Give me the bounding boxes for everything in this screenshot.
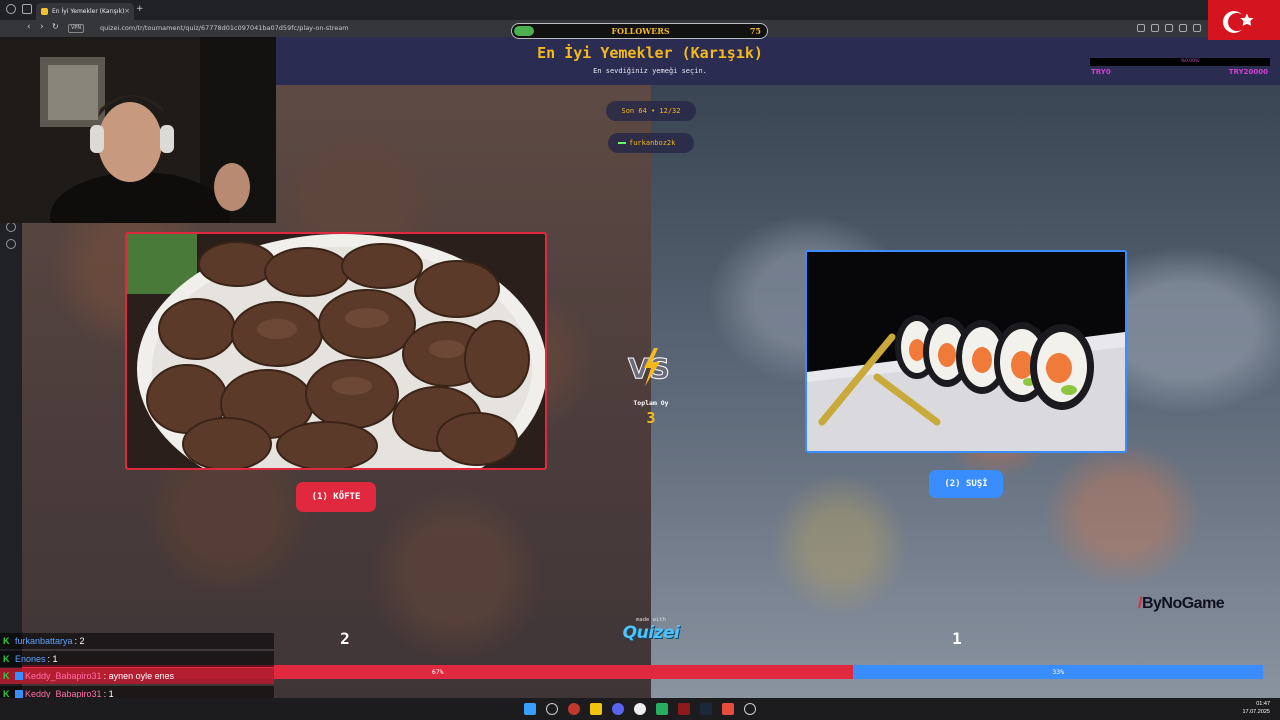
bynogame-logo: /ByNoGame — [1138, 595, 1225, 613]
extension-icon[interactable] — [1151, 24, 1159, 32]
host-badge: furkanboz2k — [608, 133, 694, 153]
reload-icon[interactable]: ↻ — [52, 22, 59, 31]
vs-icon: VS — [628, 348, 670, 386]
option-card-kofte[interactable] — [125, 232, 547, 470]
opera-icon[interactable] — [568, 703, 580, 715]
kofte-vote-count: 2 — [340, 629, 350, 648]
discord-icon[interactable] — [612, 703, 624, 715]
browser-tab-active[interactable]: En İyi Yemekler (Karışık) × — [36, 3, 134, 20]
sushi-vote-count: 1 — [952, 629, 962, 648]
clock-date: 17.07.2025 — [1242, 709, 1270, 715]
kick-badge-icon: K — [3, 671, 10, 681]
bynogame-text: ByNoGame — [1141, 595, 1225, 612]
donation-min: TRY0 — [1091, 68, 1111, 76]
total-votes-label: Toplam Oy — [633, 399, 669, 407]
browser-menu-icon[interactable] — [6, 4, 16, 14]
back-icon[interactable]: ‹ — [27, 22, 31, 32]
play-icon[interactable] — [1193, 24, 1201, 32]
vs-text: VS — [628, 352, 670, 385]
chat-text: : 2 — [74, 636, 85, 646]
donation-max: TRY20000 — [1228, 68, 1268, 76]
quiz-subtitle: En sevdiğiniz yemeği seçin. — [593, 67, 707, 75]
kofte-image — [127, 234, 545, 468]
vote-sushi-button[interactable]: (2) SUŞİ — [929, 470, 1003, 498]
subscriber-badge-icon — [15, 672, 23, 680]
windows-taskbar: 01:47 17.07.2025 — [0, 698, 1280, 720]
chat-username[interactable]: furkanbattarya — [15, 636, 73, 646]
webcam-overlay — [0, 37, 276, 223]
folder-icon[interactable] — [590, 703, 602, 715]
vote-kofte-button[interactable]: (1) KÖFTE — [296, 482, 376, 512]
chat-username[interactable]: Enones — [15, 654, 46, 664]
clock-time: 01:47 — [1256, 701, 1270, 707]
host-status-icon — [618, 142, 626, 144]
new-tab-button[interactable]: + — [136, 4, 144, 14]
vpn-badge[interactable]: VPN — [68, 24, 85, 33]
system-clock[interactable]: 01:47 17.07.2025 — [1242, 700, 1270, 716]
steam-icon[interactable] — [700, 703, 712, 715]
subscriber-badge-icon — [15, 689, 23, 698]
chat-username[interactable]: Keddy_Babapiro31 — [25, 689, 102, 699]
search-icon[interactable] — [546, 703, 558, 715]
screen: En İyi Yemekler (Karışık) × + ‹ › ↻ VPN … — [0, 0, 1280, 720]
url-field[interactable]: VPN quizei.com/tr/tournament/quiz/67778d… — [66, 22, 506, 35]
total-votes-value: 3 — [646, 409, 656, 427]
followers-goal-bar: FOLLOWERS 75 — [511, 23, 768, 39]
chat-text: : 1 — [103, 688, 114, 699]
extension-icon[interactable] — [1137, 24, 1145, 32]
sushi-image — [807, 252, 1125, 451]
close-tab-icon[interactable]: × — [124, 3, 130, 20]
app-icon[interactable] — [722, 703, 734, 715]
sushi-percent: 33% — [1052, 668, 1065, 676]
donation-percent: %0.00% — [1180, 59, 1200, 64]
round-indicator: Son 64 • 12/32 — [606, 101, 696, 121]
host-name: furkanboz2k — [629, 139, 676, 147]
followers-count: 75 — [749, 26, 761, 36]
shield-icon[interactable] — [1165, 24, 1173, 32]
url-text[interactable]: quizei.com/tr/tournament/quiz/67778d01c0… — [100, 23, 349, 34]
start-icon[interactable] — [524, 703, 536, 715]
option-card-sushi[interactable] — [805, 250, 1127, 453]
chat-message: K Enones: 1 — [0, 650, 274, 667]
extension-icon[interactable] — [1179, 24, 1187, 32]
chat-text: : aynen oyle enes — [103, 671, 175, 681]
tab-actions-icon[interactable] — [22, 4, 32, 14]
chrome-icon[interactable] — [744, 703, 756, 715]
obs-icon[interactable] — [634, 703, 646, 715]
chat-username[interactable]: Keddy_Babapiro31 — [25, 671, 102, 681]
sidebar-icon[interactable] — [6, 222, 16, 232]
browser-tab-bar: En İyi Yemekler (Karışık) × + — [0, 0, 1280, 20]
quizei-logo[interactable]: Quizei — [604, 623, 698, 643]
followers-label: FOLLOWERS — [611, 26, 670, 36]
chat-message: Kfurkanbattarya: 2 — [0, 633, 274, 649]
turkey-flag-icon — [1208, 0, 1280, 40]
settings-icon[interactable] — [6, 239, 16, 249]
forward-icon[interactable]: › — [40, 22, 44, 32]
donation-goal-bar: %0.00% TRY0 TRY20000 — [1090, 58, 1270, 80]
quiz-title: En İyi Yemekler (Karışık) — [537, 44, 763, 62]
kick-badge-icon: K — [3, 653, 10, 664]
tab-title: En İyi Yemekler (Karışık) — [52, 8, 125, 15]
excel-icon[interactable] — [656, 703, 668, 715]
game-icon[interactable] — [678, 703, 690, 715]
quizei-favicon-icon — [41, 8, 48, 15]
kick-badge-icon: K — [3, 636, 10, 646]
chat-text: : 1 — [47, 653, 58, 664]
chat-message: K Keddy_Babapiro31: aynen oyle enes — [0, 668, 274, 684]
